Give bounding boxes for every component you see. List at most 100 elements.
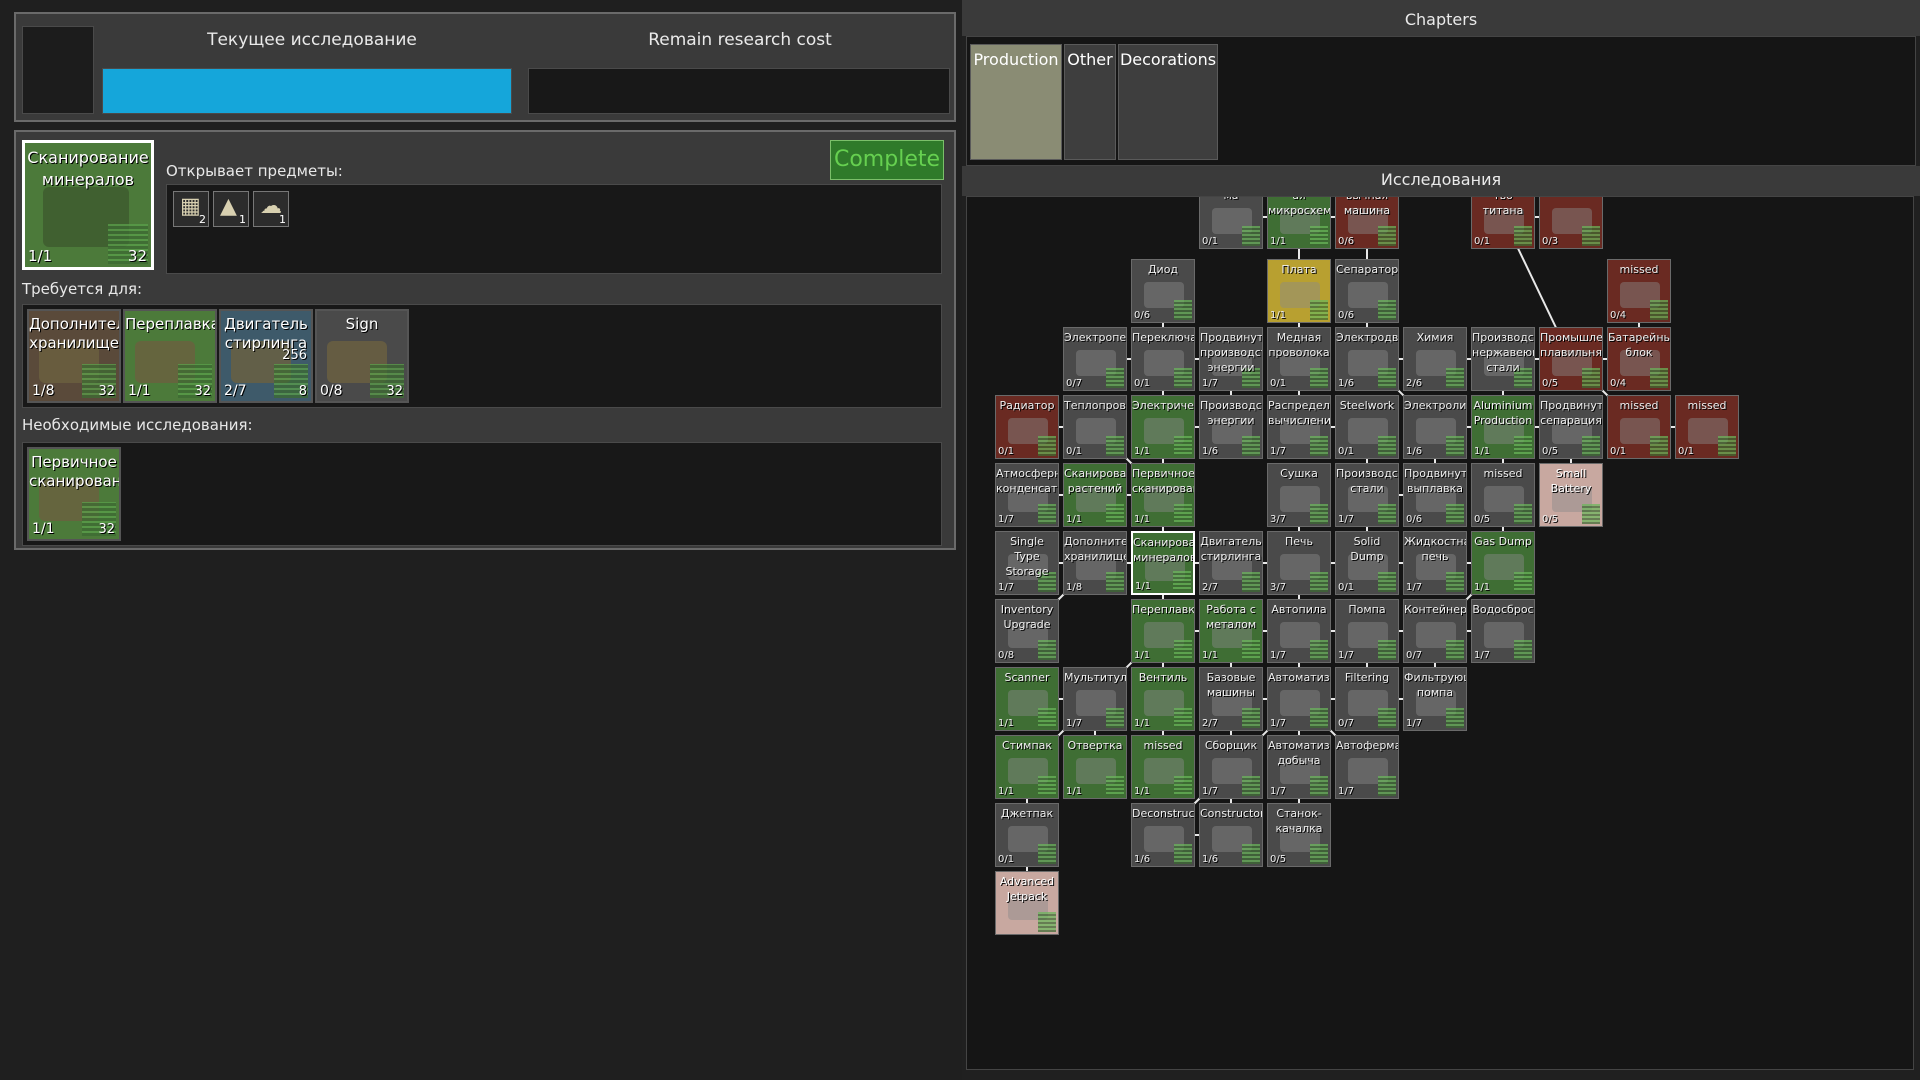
research-node[interactable]: Solid Dump 0/1 [1335, 531, 1399, 595]
tab-other[interactable]: Other [1064, 44, 1116, 160]
research-node[interactable]: Сканирование растений 1/1 [1063, 463, 1127, 527]
research-node[interactable]: Inventory Upgrade 0/8 [995, 599, 1059, 663]
complete-button[interactable]: Complete [830, 140, 944, 180]
research-node[interactable]: Распределенные вычисления 1/7 [1267, 395, 1331, 459]
research-node[interactable]: Автоферма 1/7 [1335, 735, 1399, 799]
research-node-name: Переключатель [1132, 331, 1195, 344]
research-node[interactable]: Стимпак 1/1 [995, 735, 1059, 799]
chip-icon [1514, 572, 1532, 592]
research-node[interactable]: missed 0/5 [1471, 463, 1535, 527]
chip-icon [1310, 504, 1328, 524]
research-node[interactable]: Работа с металом 1/1 [1199, 599, 1263, 663]
research-node[interactable]: Первичное сканирование 1/1 [1131, 463, 1195, 527]
research-card[interactable]: Переплавка 1/1 32 [123, 309, 217, 403]
research-node[interactable]: Aluminium Production 1/1 [1471, 395, 1535, 459]
research-node[interactable]: Диод 0/6 [1131, 259, 1195, 323]
research-node[interactable]: Автопила 1/7 [1267, 599, 1331, 663]
research-node[interactable]: Производство стали 1/7 [1335, 463, 1399, 527]
research-node-name: Электролиз [1404, 399, 1467, 412]
research-node[interactable]: Двигатель стирлинга 2/7 [1199, 531, 1263, 595]
chip-icon [1446, 708, 1464, 728]
research-node[interactable]: Переключатель 0/1 [1131, 327, 1195, 391]
research-node[interactable]: 0/3 [1539, 197, 1603, 249]
research-node[interactable]: Жидкостная печь 1/7 [1403, 531, 1467, 595]
research-node[interactable]: Сборщик 1/7 [1199, 735, 1263, 799]
chip-icon [1582, 226, 1600, 246]
selected-research-card[interactable]: Сканирование минералов 1/1 32 [22, 140, 154, 270]
research-node[interactable]: Продвинутая сепарация 0/5 [1539, 395, 1603, 459]
tab-production[interactable]: Production [970, 44, 1062, 160]
chip-icon [1310, 776, 1328, 796]
research-node[interactable]: Сепаратор 0/6 [1335, 259, 1399, 323]
research-card[interactable]: Sign 0/8 32 [315, 309, 409, 403]
research-node[interactable]: Scanner 1/1 [995, 667, 1059, 731]
research-node-count: 3/7 [1270, 582, 1287, 593]
research-node-name: missed [1619, 263, 1659, 276]
chip-icon [1310, 436, 1328, 456]
research-card[interactable]: Двигатель стирлинга 2/7 256 8 [219, 309, 313, 403]
research-node[interactable]: Мультитул 1/7 [1063, 667, 1127, 731]
research-node[interactable]: Сканирование минералов 1/1 [1131, 531, 1195, 595]
research-node[interactable]: missed 0/1 [1607, 395, 1671, 459]
research-node[interactable]: Производство энергии 1/6 [1199, 395, 1263, 459]
research-node[interactable]: Constructor 1/6 [1199, 803, 1263, 867]
research-node[interactable]: Сушка 3/7 [1267, 463, 1331, 527]
tent-icon[interactable]: ▲ 1 [213, 191, 249, 227]
prerequisites-area: Первичное сканирование 1/1 32 [22, 442, 942, 546]
research-node[interactable]: Теплопроводы 0/1 [1063, 395, 1127, 459]
research-node[interactable]: Электродвигатель 1/6 [1335, 327, 1399, 391]
research-node[interactable]: Filtering 0/7 [1335, 667, 1399, 731]
research-node[interactable]: Джетпак 0/1 [995, 803, 1059, 867]
research-node[interactable]: тво титана 0/1 [1471, 197, 1535, 249]
research-node[interactable]: Продвинутая выплавка 0/6 [1403, 463, 1467, 527]
prerequisites-label: Необходимые исследования: [22, 416, 253, 434]
research-node[interactable]: Плата 1/1 [1267, 259, 1331, 323]
research-node[interactable]: Продвинутое производство энергии 1/7 [1199, 327, 1263, 391]
research-node[interactable]: Gas Dump 1/1 [1471, 531, 1535, 595]
research-node[interactable]: Электролиз 1/6 [1403, 395, 1467, 459]
research-node[interactable]: Батарейный блок 0/4 [1607, 327, 1671, 391]
research-node[interactable]: Атмосферный конденсатор 1/7 [995, 463, 1059, 527]
research-node[interactable]: Фильтрующая помпа 1/7 [1403, 667, 1467, 731]
research-node[interactable]: Deconstructor 1/6 [1131, 803, 1195, 867]
research-node[interactable]: Электричество 1/1 [1131, 395, 1195, 459]
research-node[interactable]: Помпа 1/7 [1335, 599, 1399, 663]
research-node[interactable]: Печь 3/7 [1267, 531, 1331, 595]
crate-icon[interactable]: ▦ 2 [173, 191, 209, 227]
research-node[interactable]: Станок-качалка 0/5 [1267, 803, 1331, 867]
research-node[interactable]: Промышленная плавильня 0/5 [1539, 327, 1603, 391]
research-node-count: 1/1 [1202, 650, 1219, 661]
research-node[interactable]: ма 0/1 [1199, 197, 1263, 249]
research-node[interactable]: Базовые машины 2/7 [1199, 667, 1263, 731]
research-node[interactable]: Отвертка 1/1 [1063, 735, 1127, 799]
research-tree-canvas[interactable]: ма 0/1 ая микросхема 1/1 вычная машина 0/6 тво… [966, 196, 1914, 1070]
research-node[interactable]: Химия 2/6 [1403, 327, 1467, 391]
research-node[interactable]: Радиатор 0/1 [995, 395, 1059, 459]
research-node[interactable]: missed 1/1 [1131, 735, 1195, 799]
research-node[interactable]: Производство нержавеющей стали [1471, 327, 1535, 391]
research-node[interactable]: Advanced Jetpack [995, 871, 1059, 935]
research-node[interactable]: missed 0/4 [1607, 259, 1671, 323]
research-card[interactable]: Первичное сканирование 1/1 32 [27, 447, 121, 541]
research-node[interactable]: missed 0/1 [1675, 395, 1739, 459]
research-node[interactable]: Контейнер 0/7 [1403, 599, 1467, 663]
research-node[interactable]: Дополнительное хранилище 1/8 [1063, 531, 1127, 595]
research-node-name: Контейнер [1404, 603, 1467, 616]
research-node[interactable]: Медная проволока 0/1 [1267, 327, 1331, 391]
research-node[interactable]: Small Battery 0/5 [1539, 463, 1603, 527]
research-card[interactable]: Дополнительное хранилище 1/8 32 [27, 309, 121, 403]
research-node[interactable]: ая микросхема 1/1 [1267, 197, 1331, 249]
research-node[interactable]: Переплавка 1/1 [1131, 599, 1195, 663]
research-node[interactable]: Single Type Storage 1/7 [995, 531, 1059, 595]
research-node[interactable]: Водосброс 1/7 [1471, 599, 1535, 663]
research-node[interactable]: Автоматизация 1/7 [1267, 667, 1331, 731]
research-node[interactable]: Вентиль 1/1 [1131, 667, 1195, 731]
research-node[interactable]: вычная машина 0/6 [1335, 197, 1399, 249]
research-node-name: Автопила [1271, 603, 1327, 616]
tab-decorations[interactable]: Decorations [1118, 44, 1218, 160]
research-node[interactable]: Автоматизированная добыча 1/7 [1267, 735, 1331, 799]
research-node[interactable]: Steelwork 0/1 [1335, 395, 1399, 459]
research-node[interactable]: Электропечь 0/7 [1063, 327, 1127, 391]
cloud-icon[interactable]: ☁ 1 [253, 191, 289, 227]
research-node-name: ая микросхема [1268, 197, 1331, 217]
